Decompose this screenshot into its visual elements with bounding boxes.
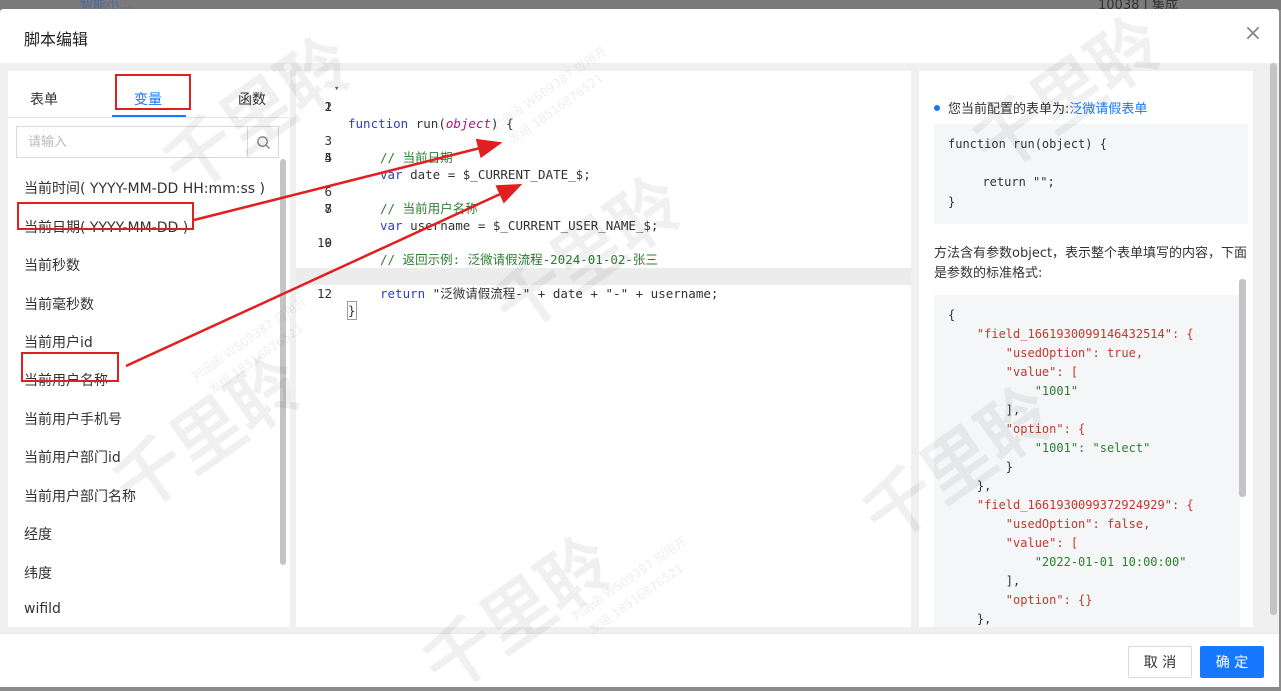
line-number: 2 — [324, 99, 332, 114]
modal-body: 表单 变量 函数 当前时间( YYYY-MM-DD HH:mm:ss ) 当前日… — [0, 63, 1279, 633]
variable-item-dept-id[interactable]: 当前用户部门id — [24, 447, 121, 467]
variable-item-dept-name[interactable]: 当前用户部门名称 — [24, 486, 136, 506]
json-line: "value": [ — [948, 365, 1079, 379]
code-token: "泛微请假流程-" + date + "-" + username; — [425, 286, 719, 301]
search-icon — [256, 135, 270, 149]
line-number: 12 — [316, 286, 332, 301]
code-line-active: 12 } — [296, 268, 911, 320]
json-line: } — [948, 460, 1014, 474]
code-token: } — [347, 301, 357, 320]
variable-item-longitude[interactable]: 经度 — [24, 524, 52, 544]
json-line: "value": [ — [948, 536, 1079, 550]
code-line: 9 // 返回示例: 泛微请假流程-2024-01-02-张三 — [296, 217, 911, 267]
json-line: "usedOption": false, — [948, 517, 1151, 531]
code-line: 5 — [296, 149, 911, 166]
tab-form[interactable]: 表单 — [30, 89, 58, 109]
script-editor-modal: 脚本编辑 × 表单 变量 函数 当前时间( YYYY- — [0, 9, 1279, 687]
json-line: "1001" — [948, 384, 1079, 398]
annotation-box-user-name — [21, 352, 119, 382]
variable-item-latitude[interactable]: 纬度 — [24, 563, 52, 583]
code-editor[interactable]: 1 ▾ function run(object) { 2 3 // 当前日期 4 … — [296, 71, 911, 627]
json-line: "field_1661930099372924929": { — [948, 498, 1194, 512]
active-tab-indicator — [112, 115, 186, 117]
json-line: }, — [948, 612, 992, 626]
code-line: 2 — [296, 98, 911, 115]
code-sample-line: function run(object) { — [948, 137, 1107, 151]
code-line: 6 // 当前用户名称 — [296, 166, 911, 216]
json-line: ], — [948, 403, 1021, 417]
json-line: { — [948, 308, 956, 322]
variable-item-wifi[interactable]: wifild — [24, 601, 61, 617]
code-line: 11 return "泛微请假流程-" + date + "-" + usern… — [296, 251, 911, 301]
code-line: 4 var date = $_CURRENT_DATE_$; — [296, 132, 911, 182]
variable-item-current-ms[interactable]: 当前毫秒数 — [24, 294, 94, 314]
variable-item-user-id[interactable]: 当前用户id — [24, 332, 93, 352]
code-sample: function run(object) { return ""; } — [934, 124, 1248, 224]
code-line: 1 ▾ function run(object) { — [296, 81, 911, 131]
modal-scrollbar[interactable] — [1270, 63, 1277, 615]
search-button[interactable] — [247, 127, 278, 157]
modal-header: 脚本编辑 × — [0, 9, 1279, 63]
variable-item-current-seconds[interactable]: 当前秒数 — [24, 255, 80, 275]
tab-functions[interactable]: 函数 — [238, 89, 266, 109]
variable-item-current-time[interactable]: 当前时间( YYYY-MM-DD HH:mm:ss ) — [24, 178, 265, 198]
variable-item-user-phone[interactable]: 当前用户手机号 — [24, 409, 122, 429]
param-description: 方法含有参数object，表示整个表单填写的内容，下面是参数的标准格式: — [934, 246, 1248, 281]
json-line: "1001": "select" — [948, 441, 1151, 455]
search-box — [16, 126, 279, 158]
code-line: 8 — [296, 200, 911, 217]
confirm-button[interactable]: 确 定 — [1200, 646, 1264, 678]
annotation-box-current-date — [17, 202, 194, 230]
line-number: 5 — [324, 150, 332, 165]
line-number: 10 — [316, 235, 332, 250]
help-panel: 您当前配置的表单为:泛微请假表单 function run(object) { … — [919, 71, 1253, 627]
code-line: 3 // 当前日期 — [296, 115, 911, 165]
json-sample: { "field_1661930099146432514": { "usedOp… — [934, 295, 1240, 627]
json-line: "option": { — [948, 422, 1086, 436]
code-sample-line: return ""; — [968, 175, 1055, 189]
form-name-link[interactable]: 泛微请假表单 — [1069, 102, 1147, 117]
help-panel-scrollbar[interactable] — [1239, 279, 1246, 497]
fold-arrow-icon[interactable]: ▾ — [334, 81, 339, 98]
code-line: 7 var username = $_CURRENT_USER_NAME_$; — [296, 183, 911, 233]
search-input[interactable] — [17, 127, 247, 157]
modal-footer: 取 消 确 定 — [0, 633, 1279, 687]
line-number: 8 — [324, 201, 332, 216]
json-line: "field_1661930099146432514": { — [948, 327, 1194, 341]
variable-panel: 表单 变量 函数 当前时间( YYYY-MM-DD HH:mm:ss ) 当前日… — [8, 71, 290, 627]
close-icon[interactable]: × — [1242, 23, 1264, 45]
bullet-icon — [934, 105, 940, 111]
json-line: "option": {} — [948, 593, 1093, 607]
annotation-box-variables-tab — [115, 74, 191, 110]
form-info: 您当前配置的表单为:泛微请假表单 — [948, 98, 1147, 117]
json-line: ], — [948, 574, 1021, 588]
code-sample-line: } — [948, 195, 956, 209]
code-token: return — [380, 286, 426, 301]
code-line: 10 — [296, 234, 911, 251]
modal-title: 脚本编辑 — [24, 30, 89, 49]
json-line: "2022-01-01 10:00:00" — [948, 555, 1187, 569]
json-line: }, — [948, 479, 992, 493]
json-line: "usedOption": true, — [948, 346, 1144, 360]
variable-list-scrollbar[interactable] — [280, 159, 286, 565]
form-info-label: 您当前配置的表单为: — [948, 102, 1070, 117]
cancel-button[interactable]: 取 消 — [1128, 646, 1192, 678]
